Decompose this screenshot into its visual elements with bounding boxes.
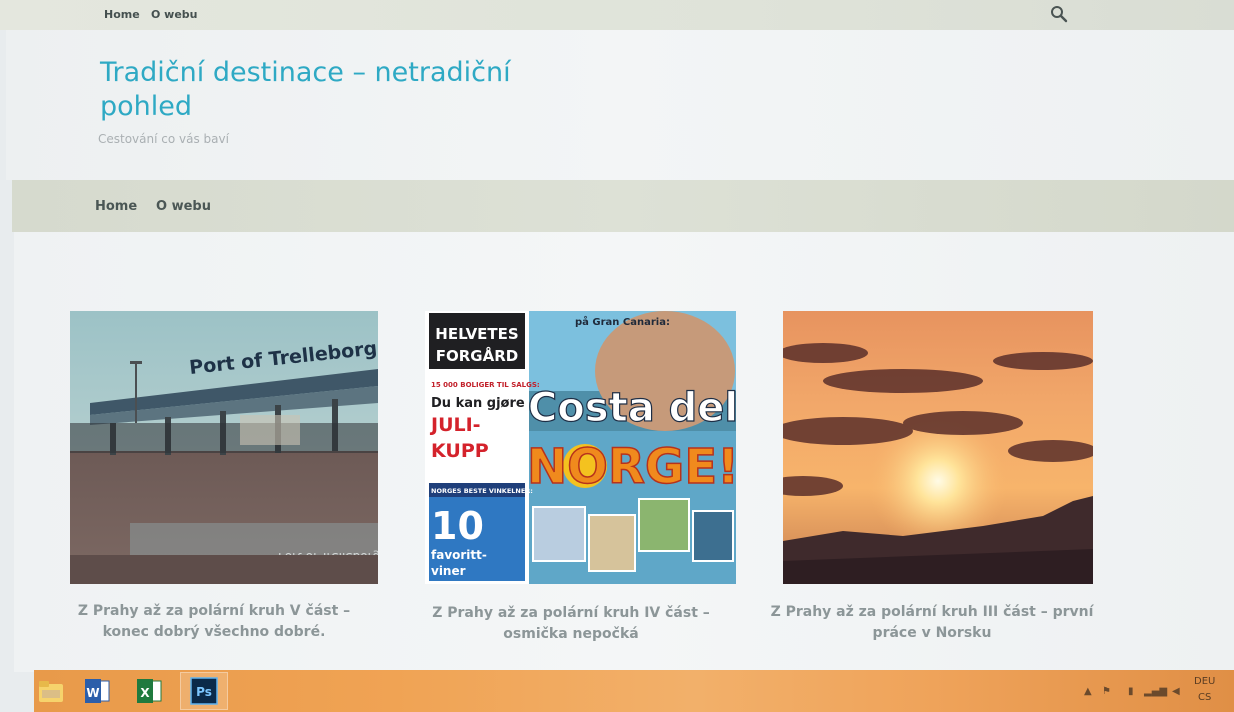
main-nav-about[interactable]: O webu (156, 199, 211, 214)
excel-letter: X (140, 686, 150, 700)
mag-vinkelner: NORGES BESTE VINKELNER: (431, 487, 533, 495)
site-header: Tradiční destinace – netradiční pohled C… (6, 30, 1234, 180)
top-bar: Home O webu (0, 0, 1234, 30)
mag-boliger: 15 000 BOLIGER TIL SALGS: (431, 381, 540, 389)
mag-du-kan: Du kan gjøre (431, 396, 525, 411)
search-icon[interactable] (1050, 5, 1068, 23)
network-signal-icon[interactable]: ▂▄▆ (1144, 686, 1167, 697)
mag-ten: 10 (431, 504, 484, 548)
post-title-3[interactable]: Z Prahy až za polární kruh III část – pr… (762, 602, 1102, 644)
word-icon[interactable]: W (82, 676, 112, 706)
mag-favoritt: favoritt- (431, 548, 487, 562)
post-title-2[interactable]: Z Prahy až za polární kruh IV část – osm… (420, 603, 722, 645)
post-image-sunset[interactable] (783, 311, 1093, 584)
word-letter: W (86, 686, 99, 700)
mag-costa-del: Costa del (528, 385, 736, 431)
post-image-costa-del-norge[interactable]: HELVETES FORGÅRD på Gran Canaria: 15 000… (425, 311, 736, 584)
mag-gran-canaria: på Gran Canaria: (575, 315, 670, 328)
windows-taskbar: W X Ps ▲ ⚑ ▮ ▂▄▆ ◀ DEU CS (34, 670, 1234, 712)
top-nav-home[interactable]: Home (104, 8, 140, 21)
input-language-bottom[interactable]: CS (1198, 692, 1211, 703)
site-title[interactable]: Tradiční destinace – netradiční pohled (100, 56, 520, 124)
post-title-1[interactable]: Z Prahy až za polární kruh V část – kone… (56, 601, 372, 643)
site-tagline: Cestování co vás baví (98, 132, 229, 146)
main-nav-home[interactable]: Home (95, 199, 137, 214)
photoshop-label: Ps (196, 685, 212, 699)
mag-viner: viner (431, 564, 466, 578)
action-center-flag-icon[interactable]: ⚑ (1102, 686, 1111, 697)
mag-juli: JULI- (429, 414, 481, 436)
mag-norge: NORGE! (527, 439, 736, 495)
photoshop-icon[interactable]: Ps (189, 676, 219, 706)
mag-helvetes: HELVETES (435, 325, 518, 343)
file-explorer-icon[interactable] (36, 676, 66, 706)
mag-kupp: KUPP (431, 440, 489, 462)
battery-icon[interactable]: ▮ (1128, 686, 1134, 697)
tray-expand-icon[interactable]: ▲ (1084, 686, 1092, 697)
volume-icon[interactable]: ◀ (1172, 686, 1180, 697)
top-nav-about[interactable]: O webu (151, 8, 198, 21)
input-language-top[interactable]: DEU (1194, 676, 1215, 687)
excel-icon[interactable]: X (134, 676, 164, 706)
post-image-trelleborg[interactable]: Port of Trelleborg Port of Trelleborg (70, 311, 378, 584)
main-nav: Home O webu (12, 180, 1234, 232)
mag-forgard: FORGÅRD (436, 346, 518, 365)
